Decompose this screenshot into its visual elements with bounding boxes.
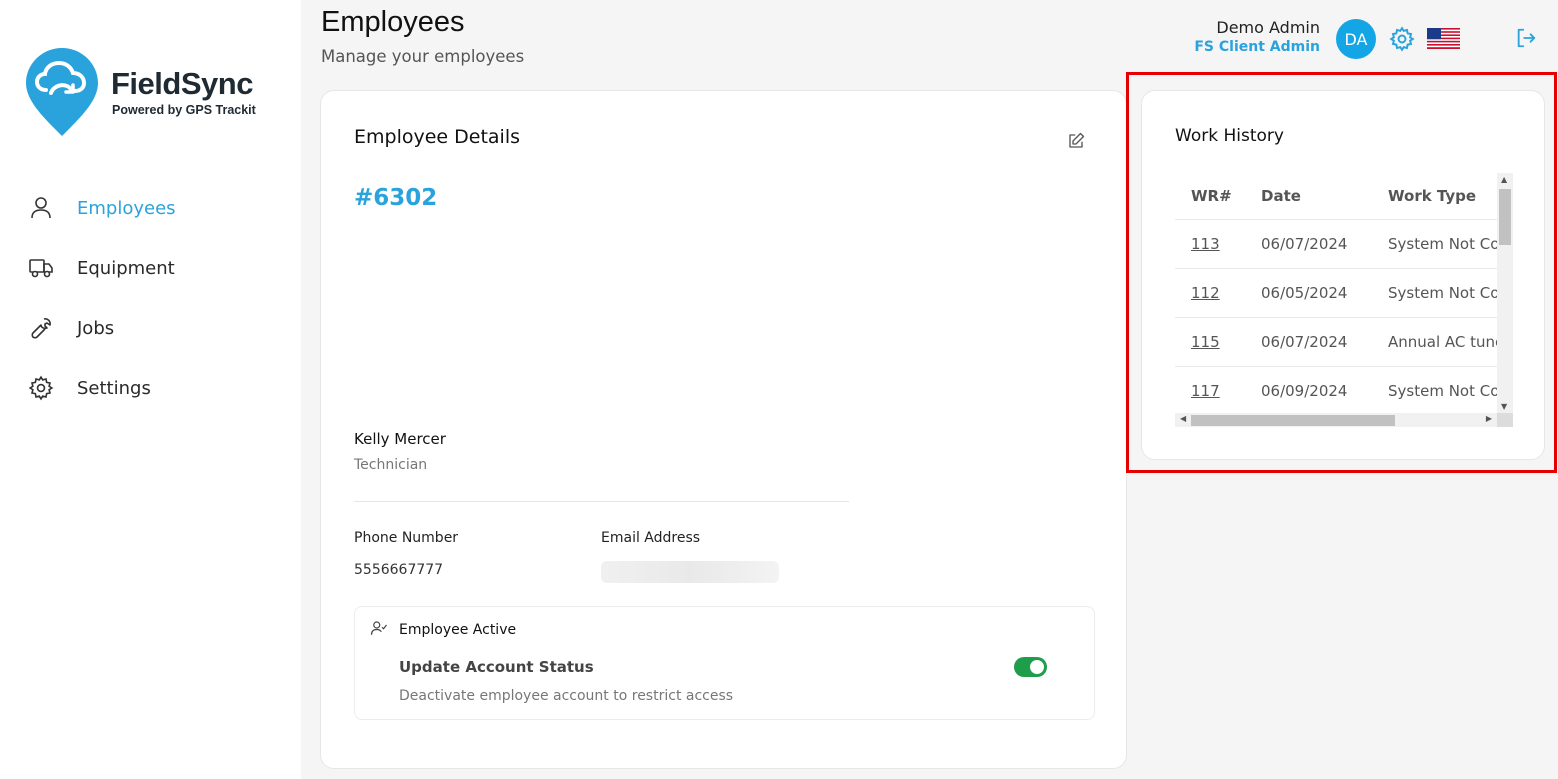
page-title: Employees (321, 6, 465, 38)
edit-icon[interactable] (1067, 132, 1085, 154)
highlight-box (1126, 72, 1557, 473)
toggle-knob (1030, 660, 1044, 674)
status-heading: Update Account Status (399, 658, 594, 676)
phone-label: Phone Number (354, 530, 459, 546)
logout-icon[interactable] (1515, 27, 1537, 53)
sidebar-item-label: Employees (77, 197, 176, 219)
user-check-icon (370, 620, 388, 640)
avatar[interactable]: DA (1336, 19, 1376, 59)
settings-gear-icon[interactable] (1389, 26, 1415, 56)
email-value-redacted (601, 561, 779, 583)
sidebar-item-employees[interactable]: Employees (0, 178, 301, 238)
fieldsync-logo[interactable]: FieldSync Powered by GPS Trackit (24, 46, 274, 138)
status-description: Deactivate employee account to restrict … (399, 688, 734, 704)
logo-name: FieldSync (111, 66, 253, 101)
email-label: Email Address (601, 530, 701, 546)
sidebar-item-equipment[interactable]: Equipment (0, 238, 301, 298)
employee-details-title: Employee Details (354, 126, 521, 148)
sidebar-item-label: Jobs (77, 317, 115, 339)
page-subtitle: Manage your employees (321, 47, 525, 66)
divider (354, 501, 849, 502)
user-icon (28, 195, 54, 221)
us-flag-icon[interactable] (1427, 28, 1460, 49)
sidebar-item-label: Settings (77, 377, 151, 399)
user-info: Demo Admin FS Client Admin (1194, 18, 1320, 55)
sidebar-item-jobs[interactable]: Jobs (0, 298, 301, 358)
sidebar: FieldSync Powered by GPS Trackit Employe… (0, 0, 301, 779)
account-status-panel: Employee Active Update Account Status De… (354, 606, 1095, 720)
employee-details-card: Employee Details #6302 Kelly Mercer Tech… (320, 90, 1127, 769)
logo-tagline: Powered by GPS Trackit (112, 103, 256, 117)
account-status-toggle[interactable] (1014, 657, 1047, 677)
employee-role: Technician (354, 457, 428, 473)
truck-icon (28, 255, 54, 281)
phone-value: 5556667777 (354, 562, 444, 578)
wrench-icon (28, 315, 54, 341)
employee-name: Kelly Mercer (354, 430, 446, 448)
user-role: FS Client Admin (1194, 39, 1320, 55)
cloud-sync-logo-icon (26, 48, 98, 136)
sidebar-item-settings[interactable]: Settings (0, 358, 301, 418)
user-name: Demo Admin (1216, 18, 1320, 37)
status-title: Employee Active (399, 622, 517, 638)
sidebar-item-label: Equipment (77, 257, 175, 279)
employee-id: #6302 (354, 185, 438, 211)
sidebar-nav: Employees Equipment Jobs Settings (0, 178, 301, 418)
gear-icon (28, 375, 54, 401)
